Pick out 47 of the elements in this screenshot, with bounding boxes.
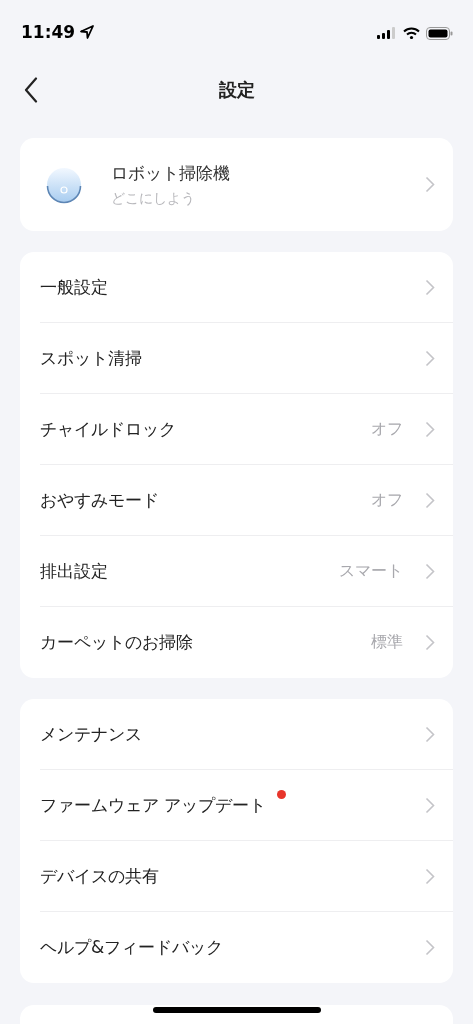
chevron-icon	[425, 420, 435, 438]
row-value: 標準	[371, 632, 403, 653]
settings-row[interactable]: カーペットのお掃除 標準	[40, 607, 453, 678]
settings-row[interactable]: デバイスの共有	[40, 841, 453, 912]
row-label: チャイルドロック	[40, 417, 176, 441]
row-label: デバイスの共有	[40, 864, 159, 888]
signal-icon	[377, 27, 397, 39]
back-button[interactable]	[24, 76, 40, 104]
row-label: メンテナンス	[40, 722, 142, 746]
chevron-icon	[425, 939, 435, 956]
row-label: スポット清掃	[40, 346, 142, 370]
row-label: ヘルプ&フィードバック	[40, 936, 224, 959]
row-label: ファームウェア アップデート	[40, 793, 267, 817]
row-label: おやすみモード	[40, 488, 159, 512]
row-value: オフ	[371, 418, 403, 440]
chevron-icon	[425, 176, 435, 193]
settings-row[interactable]: ヘルプ&フィードバック	[40, 912, 453, 983]
chevron-icon	[425, 562, 435, 580]
wifi-icon	[403, 27, 420, 39]
settings-row[interactable]: ファームウェア アップデート	[40, 770, 453, 841]
chevron-icon	[425, 796, 435, 814]
chevron-icon	[425, 491, 435, 509]
settings-row[interactable]: おやすみモード オフ	[40, 465, 453, 536]
settings-row[interactable]: 排出設定 スマート	[40, 536, 453, 607]
status-time: 11:49	[21, 22, 76, 42]
chevron-icon	[425, 349, 435, 367]
battery-icon	[426, 26, 453, 40]
row-label: カーペットのお掃除	[40, 631, 193, 654]
settings-row[interactable]: メンテナンス	[40, 699, 453, 770]
device-name: ロボット掃除機	[111, 161, 231, 185]
settings-row[interactable]: チャイルドロック オフ	[40, 394, 453, 465]
robot-vacuum-icon	[45, 165, 83, 204]
device-subtitle: どこにしよう	[111, 189, 196, 208]
device-card[interactable]: ロボット掃除機 どこにしよう	[20, 138, 453, 231]
chevron-icon	[425, 725, 435, 743]
settings-row[interactable]: 一般設定	[40, 252, 453, 323]
location-arrow-icon	[80, 25, 95, 39]
chevron-icon	[425, 634, 435, 651]
chevron-icon	[425, 867, 435, 885]
chevron-icon	[425, 278, 435, 296]
row-label: 排出設定	[40, 559, 108, 583]
row-value: スマート	[339, 560, 403, 582]
row-label: 一般設定	[40, 275, 108, 299]
row-value: オフ	[371, 489, 403, 511]
page-title: 設定	[218, 78, 255, 102]
back-icon	[24, 77, 38, 103]
settings-row[interactable]: スポット清掃	[40, 323, 453, 394]
